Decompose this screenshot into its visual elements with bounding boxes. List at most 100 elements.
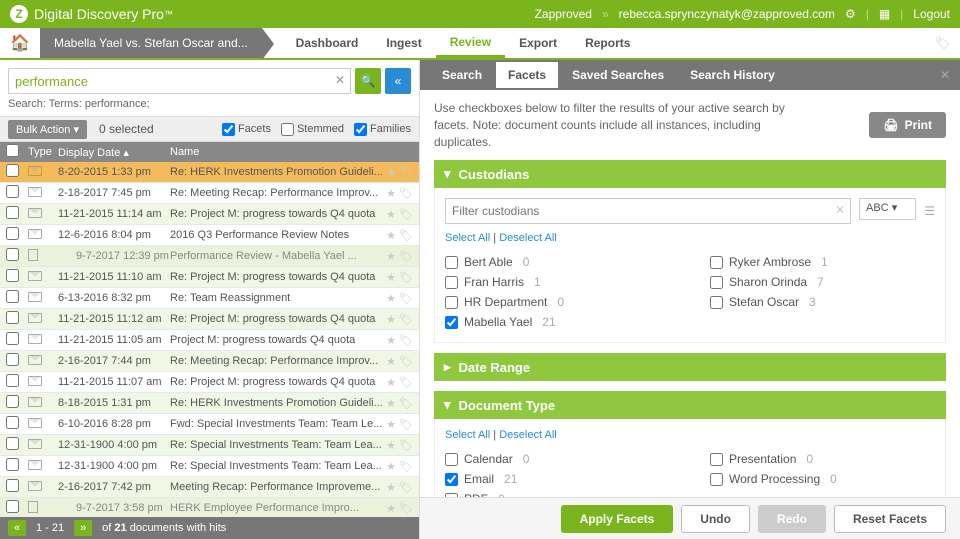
row-checkbox[interactable]: [6, 248, 19, 261]
navtab-reports[interactable]: Reports: [571, 28, 644, 58]
families-checkbox[interactable]: Families: [354, 123, 411, 136]
tag-icon[interactable]: 🏷: [399, 482, 413, 494]
table-row[interactable]: 9-7-2017 3:58 pmHERK Employee Performanc…: [0, 498, 419, 517]
print-button[interactable]: 🖨Print: [869, 112, 946, 138]
tag-icon[interactable]: 🏷: [399, 314, 413, 326]
facet-item[interactable]: HR Department 0: [445, 292, 670, 312]
navtab-dashboard[interactable]: Dashboard: [282, 28, 373, 58]
doctype-header[interactable]: ▾Document Type: [434, 391, 946, 419]
row-checkbox[interactable]: [6, 479, 19, 492]
clear-search-icon[interactable]: ✕: [335, 73, 345, 87]
filter-custodians-input[interactable]: [445, 198, 851, 224]
sort-dropdown[interactable]: ABC ▾: [859, 198, 916, 220]
table-row[interactable]: 6-10-2016 8:28 pmFwd: Special Investment…: [0, 414, 419, 435]
tag-icon[interactable]: 🏷: [399, 440, 413, 452]
user-email[interactable]: rebecca.sprynczynatyk@zapproved.com: [619, 7, 835, 21]
row-checkbox[interactable]: [6, 164, 19, 177]
reset-facets-button[interactable]: Reset Facets: [834, 505, 946, 533]
apply-facets-button[interactable]: Apply Facets: [561, 505, 674, 533]
select-all-checkbox[interactable]: [6, 144, 19, 157]
rtab-saved-searches[interactable]: Saved Searches: [560, 62, 676, 88]
custodians-deselect-all[interactable]: Deselect All: [499, 232, 556, 244]
clear-filter-icon[interactable]: ✕: [835, 203, 845, 217]
table-row[interactable]: 8-18-2015 1:31 pmRe: HERK Investments Pr…: [0, 393, 419, 414]
star-icon[interactable]: ★: [386, 167, 396, 179]
table-row[interactable]: 11-21-2015 11:05 amProject M: progress t…: [0, 330, 419, 351]
table-row[interactable]: 11-21-2015 11:07 amRe: Project M: progre…: [0, 372, 419, 393]
star-icon[interactable]: ★: [386, 314, 396, 326]
star-icon[interactable]: ★: [386, 335, 396, 347]
facet-item[interactable]: Calendar 0: [445, 449, 670, 469]
navtab-export[interactable]: Export: [505, 28, 571, 58]
tag-icon[interactable]: 🏷: [399, 188, 413, 200]
list-view-icon[interactable]: ☰: [924, 204, 935, 218]
tag-icon[interactable]: 🏷: [399, 335, 413, 347]
tag-icon[interactable]: 🏷: [399, 251, 413, 263]
table-row[interactable]: 11-21-2015 11:10 amRe: Project M: progre…: [0, 267, 419, 288]
bulk-action-dropdown[interactable]: Bulk Action ▾: [8, 120, 87, 139]
undo-button[interactable]: Undo: [681, 505, 750, 533]
row-checkbox[interactable]: [6, 206, 19, 219]
table-row[interactable]: 11-21-2015 11:14 amRe: Project M: progre…: [0, 204, 419, 225]
logout-link[interactable]: Logout: [913, 7, 950, 21]
facet-item[interactable]: Mabella Yael 21: [445, 312, 670, 332]
tag-icon[interactable]: 🏷: [399, 167, 413, 179]
table-row[interactable]: 2-18-2017 7:45 pmRe: Meeting Recap: Perf…: [0, 183, 419, 204]
row-checkbox[interactable]: [6, 437, 19, 450]
star-icon[interactable]: ★: [386, 356, 396, 368]
star-icon[interactable]: ★: [386, 293, 396, 305]
row-checkbox[interactable]: [6, 374, 19, 387]
daterange-header[interactable]: ▸Date Range: [434, 353, 946, 381]
facet-item[interactable]: Fran Harris 1: [445, 272, 670, 292]
tag-icon[interactable]: 🏷: [399, 356, 413, 368]
tag-icon[interactable]: 🏷: [399, 293, 413, 305]
row-checkbox[interactable]: [6, 290, 19, 303]
tag-icon[interactable]: 🏷: [399, 419, 413, 431]
row-checkbox[interactable]: [6, 395, 19, 408]
pager-first[interactable]: «: [8, 520, 26, 536]
collapse-facets-button[interactable]: «: [385, 68, 411, 94]
row-checkbox[interactable]: [6, 416, 19, 429]
star-icon[interactable]: ★: [386, 377, 396, 389]
star-icon[interactable]: ★: [386, 461, 396, 473]
star-icon[interactable]: ★: [386, 272, 396, 284]
facet-item[interactable]: Stefan Oscar 3: [710, 292, 935, 312]
facet-item[interactable]: Bert Able 0: [445, 252, 670, 272]
row-checkbox[interactable]: [6, 353, 19, 366]
row-checkbox[interactable]: [6, 227, 19, 240]
star-icon[interactable]: ★: [386, 419, 396, 431]
gear-icon[interactable]: ⚙: [845, 7, 856, 21]
close-panel-icon[interactable]: ✕: [940, 68, 950, 82]
redo-button[interactable]: Redo: [758, 505, 826, 533]
stemmed-checkbox[interactable]: Stemmed: [281, 123, 344, 136]
tag-icon[interactable]: 🏷: [399, 209, 413, 221]
star-icon[interactable]: ★: [386, 440, 396, 452]
facet-item[interactable]: Presentation 0: [710, 449, 935, 469]
star-icon[interactable]: ★: [386, 251, 396, 263]
tag-icon[interactable]: 🏷: [399, 377, 413, 389]
row-checkbox[interactable]: [6, 332, 19, 345]
table-row[interactable]: 2-16-2017 7:42 pmMeeting Recap: Performa…: [0, 477, 419, 498]
tag-icon[interactable]: 🏷: [399, 272, 413, 284]
col-date[interactable]: Display Date ▴: [58, 146, 170, 159]
row-checkbox[interactable]: [6, 185, 19, 198]
star-icon[interactable]: ★: [386, 503, 396, 515]
tag-icon[interactable]: 🏷: [935, 36, 950, 50]
tag-icon[interactable]: 🏷: [399, 230, 413, 242]
table-row[interactable]: 9-7-2017 12:39 pmPerformance Review - Ma…: [0, 246, 419, 267]
rtab-search-history[interactable]: Search History: [678, 62, 787, 88]
pager-last[interactable]: »: [74, 520, 92, 536]
apps-icon[interactable]: ▦: [879, 7, 890, 21]
facet-item[interactable]: Word Processing 0: [710, 469, 935, 489]
account-name[interactable]: Zapproved: [535, 7, 592, 21]
table-row[interactable]: 12-31-1900 4:00 pmRe: Special Investment…: [0, 435, 419, 456]
table-row[interactable]: 12-31-1900 4:00 pmRe: Special Investment…: [0, 456, 419, 477]
facets-checkbox[interactable]: Facets: [222, 123, 271, 136]
facet-item[interactable]: Sharon Orinda 7: [710, 272, 935, 292]
tag-icon[interactable]: 🏷: [399, 398, 413, 410]
table-row[interactable]: 6-13-2016 8:32 pmRe: Team Reassignment★ …: [0, 288, 419, 309]
star-icon[interactable]: ★: [386, 188, 396, 200]
matter-breadcrumb[interactable]: Mabella Yael vs. Stefan Oscar and...: [40, 28, 262, 58]
table-row[interactable]: 11-21-2015 11:12 amRe: Project M: progre…: [0, 309, 419, 330]
facet-item[interactable]: Email 21: [445, 469, 670, 489]
